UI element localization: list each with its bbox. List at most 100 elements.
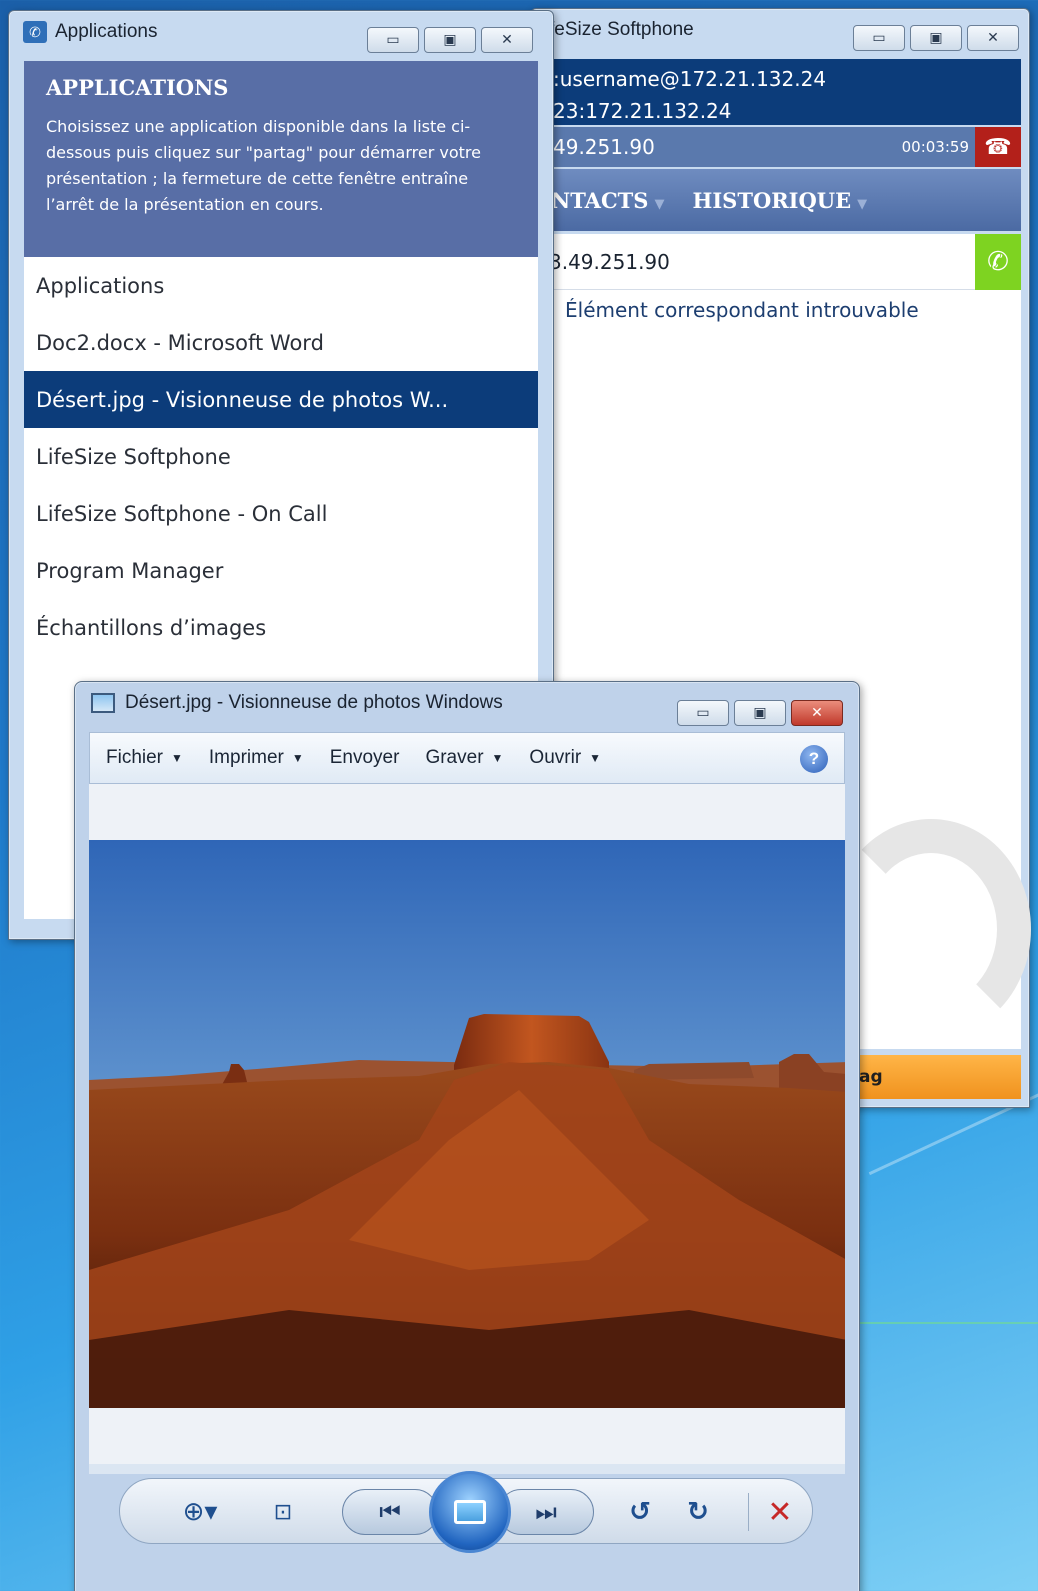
hangup-button[interactable]: ☎ bbox=[975, 127, 1021, 167]
help-icon: ? bbox=[808, 749, 820, 768]
help-button[interactable]: ? bbox=[800, 745, 828, 773]
list-item[interactable]: Échantillons d’images bbox=[24, 599, 538, 656]
rotate-left-button[interactable]: ↺ bbox=[620, 1493, 660, 1531]
next-icon: ⏭ bbox=[535, 1498, 557, 1526]
list-item-selected[interactable]: Désert.jpg - Visionneuse de photos W... bbox=[24, 371, 538, 428]
minimize-button[interactable]: ▭ bbox=[367, 27, 419, 53]
delete-button[interactable]: ✕ bbox=[760, 1493, 800, 1531]
rotate-right-icon: ↻ bbox=[687, 1497, 709, 1527]
list-item[interactable]: Program Manager bbox=[24, 542, 538, 599]
list-item[interactable]: LifeSize Softphone - On Call bbox=[24, 485, 538, 542]
maximize-button[interactable]: ▣ bbox=[734, 700, 786, 726]
lifesize-logo-icon bbox=[831, 819, 1031, 1039]
active-call-bar: 49.251.90 00:03:59 ☎ bbox=[539, 127, 1021, 167]
minimize-icon: ▭ bbox=[386, 32, 400, 48]
dropdown-arrow-icon: ▼ bbox=[654, 196, 665, 212]
menu-open[interactable]: Ouvrir ▼ bbox=[529, 747, 601, 769]
actual-size-button[interactable]: ⊡ bbox=[260, 1493, 306, 1531]
rotate-right-button[interactable]: ↻ bbox=[678, 1493, 718, 1531]
applications-window-controls: ▭ ▣ ✕ bbox=[367, 27, 533, 53]
delete-icon: ✕ bbox=[767, 1494, 793, 1530]
list-item-label: LifeSize Softphone bbox=[36, 444, 231, 469]
menu-send-label: Envoyer bbox=[329, 747, 400, 768]
close-icon: ✕ bbox=[811, 705, 823, 721]
applications-header: APPLICATIONS Choisissez une application … bbox=[24, 61, 538, 257]
minimize-icon: ▭ bbox=[872, 30, 886, 46]
menu-file-label: Fichier bbox=[106, 747, 164, 768]
call-duration: 00:03:59 bbox=[901, 138, 969, 156]
zoom-icon: ⊕▾ bbox=[182, 1497, 218, 1527]
call-button[interactable]: ✆ bbox=[975, 234, 1021, 290]
close-icon: ✕ bbox=[501, 32, 513, 48]
softphone-identity: :username@172.21.132.24 23:172.21.132.24 bbox=[539, 59, 1021, 125]
dial-value: 3.49.251.90 bbox=[549, 249, 670, 274]
applications-title: Applications bbox=[55, 21, 158, 42]
list-item[interactable]: LifeSize Softphone bbox=[24, 428, 538, 485]
previous-button[interactable]: ⏮ bbox=[342, 1489, 438, 1535]
menu-file[interactable]: Fichier ▼ bbox=[106, 747, 183, 769]
close-icon: ✕ bbox=[987, 30, 999, 46]
menu-burn[interactable]: Graver ▼ bbox=[425, 747, 503, 769]
softphone-title: feSize Softphone bbox=[549, 19, 694, 40]
next-button[interactable]: ⏭ bbox=[498, 1489, 594, 1535]
list-item-label: Doc2.docx - Microsoft Word bbox=[36, 330, 324, 355]
rotate-left-icon: ↺ bbox=[629, 1497, 651, 1527]
dropdown-arrow-icon: ▼ bbox=[857, 196, 868, 212]
applications-heading: APPLICATIONS bbox=[46, 75, 229, 100]
tab-contacts[interactable]: NTACTS ▼ bbox=[551, 188, 664, 213]
maximize-icon: ▣ bbox=[753, 705, 767, 721]
maximize-button[interactable]: ▣ bbox=[910, 25, 962, 51]
list-item-label: LifeSize Softphone - On Call bbox=[36, 501, 328, 526]
dropdown-arrow-icon: ▼ bbox=[171, 751, 183, 765]
dropdown-arrow-icon: ▼ bbox=[491, 751, 504, 765]
applications-app-icon: ✆ bbox=[23, 21, 47, 43]
tab-history[interactable]: HISTORIQUE ▼ bbox=[692, 188, 867, 213]
desktop-streak bbox=[840, 1322, 1038, 1324]
maximize-button[interactable]: ▣ bbox=[424, 27, 476, 53]
toolbar-divider bbox=[748, 1493, 749, 1531]
menu-open-label: Ouvrir bbox=[529, 747, 582, 768]
maximize-icon: ▣ bbox=[443, 32, 457, 48]
dropdown-arrow-icon: ▼ bbox=[291, 751, 304, 765]
applications-instructions: Choisissez une application disponible da… bbox=[46, 117, 481, 214]
dropdown-arrow-icon: ▼ bbox=[589, 751, 602, 765]
no-match-message: Élément correspondant introuvable bbox=[565, 298, 919, 322]
close-button[interactable]: ✕ bbox=[967, 25, 1019, 51]
actual-size-icon: ⊡ bbox=[273, 1499, 293, 1525]
tab-history-label: HISTORIQUE bbox=[692, 187, 852, 213]
softphone-nav: NTACTS ▼ HISTORIQUE ▼ bbox=[539, 169, 1021, 231]
minimize-icon: ▭ bbox=[696, 705, 710, 721]
list-item[interactable]: Applications bbox=[24, 257, 538, 314]
identity-line: :username@172.21.132.24 bbox=[553, 67, 827, 91]
photo-viewer-menubar: Fichier ▼ Imprimer ▼ Envoyer Graver ▼ Ouvri… bbox=[89, 732, 845, 784]
tab-contacts-label: NTACTS bbox=[551, 187, 649, 213]
list-item-label: Désert.jpg - Visionneuse de photos W... bbox=[36, 387, 449, 412]
menu-print-label: Imprimer bbox=[208, 747, 284, 768]
softphone-window-controls: ▭ ▣ ✕ bbox=[853, 25, 1019, 51]
zoom-button[interactable]: ⊕▾ bbox=[170, 1493, 230, 1531]
close-button[interactable]: ✕ bbox=[791, 700, 843, 726]
identity-line: 23:172.21.132.24 bbox=[553, 99, 732, 123]
dial-field[interactable]: 3.49.251.90 ✆ bbox=[539, 234, 1021, 290]
photo-viewer-toolbar: ⊕▾ ⊡ ⏮ ⏭ ↺ ↻ ✕ bbox=[119, 1471, 813, 1553]
menu-print[interactable]: Imprimer ▼ bbox=[209, 747, 304, 769]
photo-canvas bbox=[89, 784, 845, 1464]
photo-viewer-title: Désert.jpg - Visionneuse de photos Windo… bbox=[125, 692, 503, 713]
photo-viewer-window-controls: ▭ ▣ ✕ bbox=[677, 700, 843, 726]
slideshow-button[interactable] bbox=[429, 1471, 511, 1553]
photo-viewer-window[interactable]: Désert.jpg - Visionneuse de photos Windo… bbox=[74, 681, 860, 1591]
list-item[interactable]: Doc2.docx - Microsoft Word bbox=[24, 314, 538, 371]
photo-viewer-app-icon bbox=[91, 693, 115, 713]
slideshow-icon bbox=[454, 1500, 486, 1524]
desert-photo bbox=[89, 840, 845, 1408]
hangup-icon: ☎ bbox=[984, 134, 1012, 160]
minimize-button[interactable]: ▭ bbox=[677, 700, 729, 726]
minimize-button[interactable]: ▭ bbox=[853, 25, 905, 51]
menu-send[interactable]: Envoyer bbox=[330, 747, 400, 769]
previous-icon: ⏮ bbox=[379, 1498, 401, 1526]
maximize-icon: ▣ bbox=[929, 30, 943, 46]
share-label: ag bbox=[859, 1067, 883, 1087]
call-address: 49.251.90 bbox=[553, 135, 655, 159]
close-button[interactable]: ✕ bbox=[481, 27, 533, 53]
list-item-label: Applications bbox=[36, 273, 165, 298]
